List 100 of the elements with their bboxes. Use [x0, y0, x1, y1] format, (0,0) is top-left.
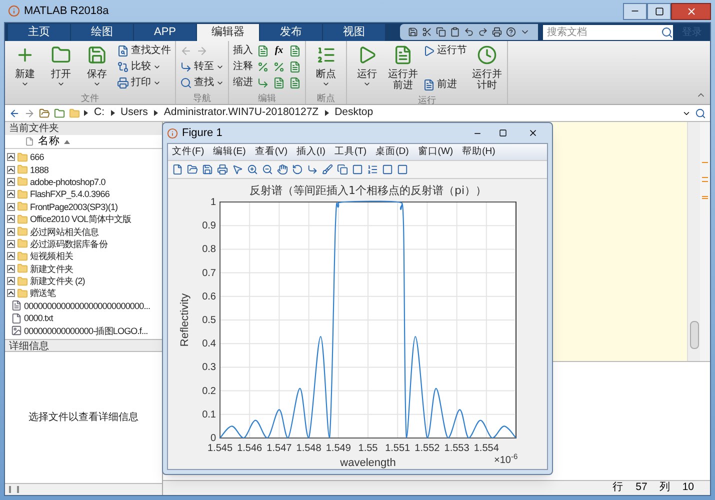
file-name[interactable]: adobe-photoshop7.0: [30, 176, 106, 188]
path-segment[interactable]: Administrator.WIN7U-20180127Z: [162, 105, 321, 121]
ribbon-icon[interactable]: [289, 77, 301, 89]
toolbar-icon[interactable]: [172, 164, 183, 175]
expand-toggle[interactable]: [7, 202, 15, 211]
maximize-button[interactable]: [647, 2, 671, 20]
menu-item[interactable]: 窗口(W): [418, 146, 454, 158]
file-name[interactable]: FlashFXP_5.4.0.3966: [30, 188, 110, 200]
ribbon-tab[interactable]: 绘图: [71, 24, 133, 41]
ribbon-tab[interactable]: 主页: [8, 24, 70, 41]
file-name[interactable]: Office2010 VOL简体中文版: [30, 213, 132, 226]
file-name[interactable]: 1888: [30, 164, 48, 176]
panel-menu-icon[interactable]: [9, 486, 19, 493]
toolbar-icon[interactable]: [450, 27, 460, 37]
toolbar-icon[interactable]: [382, 164, 393, 175]
expand-toggle[interactable]: [7, 153, 15, 162]
ribbon-button[interactable]: 运行并前进: [387, 45, 419, 91]
file-name[interactable]: 必过源码数据库备份: [30, 238, 108, 250]
toolbar-icon[interactable]: [408, 27, 418, 37]
ribbon-icon[interactable]: [289, 45, 301, 57]
expand-toggle[interactable]: [7, 228, 15, 236]
expand-toggle[interactable]: [7, 190, 15, 198]
toolbar-icon[interactable]: [262, 164, 273, 175]
column-header[interactable]: 名称: [5, 135, 162, 149]
toolbar-icon[interactable]: [492, 27, 502, 37]
path-segment[interactable]: Users: [118, 105, 150, 121]
ribbon-button[interactable]: 运行: [351, 45, 383, 88]
ribbon-icon[interactable]: [273, 61, 285, 73]
toolbar-icon[interactable]: [187, 164, 198, 175]
warning-marker[interactable]: [702, 196, 708, 199]
scrollbar[interactable]: [688, 122, 700, 361]
ribbon-button[interactable]: 查找: [180, 77, 224, 89]
ribbon-tab[interactable]: 视图: [323, 24, 385, 41]
toolbar-icon[interactable]: [397, 164, 408, 175]
expand-toggle[interactable]: [7, 215, 15, 224]
expand-toggle[interactable]: [7, 252, 15, 260]
toolbar-icon[interactable]: [247, 164, 258, 175]
expand-toggle[interactable]: [7, 289, 15, 298]
toolbar-icon[interactable]: [352, 164, 363, 175]
back-icon[interactable]: [9, 108, 20, 118]
expand-toggle[interactable]: [7, 166, 15, 174]
toolbar-icon[interactable]: [367, 164, 378, 175]
toolbar-icon[interactable]: [506, 27, 516, 37]
ribbon-tab[interactable]: 编辑器: [197, 24, 259, 41]
toolbar-icon[interactable]: [202, 164, 213, 175]
toolbar-icon[interactable]: [464, 27, 474, 37]
file-name[interactable]: 0000.txt: [24, 312, 53, 324]
file-name[interactable]: 666: [30, 151, 44, 164]
ribbon-button[interactable]: 插入: [233, 45, 253, 57]
toolbar-icon[interactable]: [478, 27, 488, 37]
menu-item[interactable]: 插入(I): [296, 146, 326, 158]
ribbon-button[interactable]: 运行并计时: [471, 45, 503, 91]
expand-toggle[interactable]: [7, 178, 15, 186]
function-button[interactable]: fx: [273, 45, 285, 57]
ribbon-button[interactable]: 打开: [45, 45, 77, 88]
file-name[interactable]: 赠送笔: [30, 287, 56, 300]
path-segment[interactable]: Desktop: [332, 105, 376, 121]
search-icon[interactable]: [661, 24, 673, 40]
ribbon-button[interactable]: 前进: [423, 79, 467, 91]
toolbar-icon[interactable]: [232, 164, 243, 175]
ribbon-icon[interactable]: [289, 61, 301, 73]
ribbon-button[interactable]: 新建: [9, 45, 41, 88]
search-icon[interactable]: [695, 108, 706, 118]
warning-marker[interactable]: [702, 177, 708, 182]
file-name[interactable]: 新建文件夹 (2): [30, 275, 85, 288]
browse-folder-icon[interactable]: [54, 108, 65, 118]
toolbar-icon[interactable]: [422, 27, 432, 37]
search-field[interactable]: 搜索文档: [543, 24, 661, 40]
toolbar-icon[interactable]: [322, 164, 333, 175]
toolbar-icon[interactable]: [436, 27, 446, 37]
menu-item[interactable]: 编辑(E): [213, 146, 246, 158]
menu-item[interactable]: 查看(V): [254, 146, 288, 158]
menu-item[interactable]: 桌面(D): [376, 146, 409, 158]
file-name[interactable]: 短视频相关: [30, 250, 74, 262]
file-name[interactable]: 00000000000000000000000000...: [24, 300, 150, 312]
toolbar-icon[interactable]: [292, 164, 303, 175]
ribbon-button[interactable]: 断点: [310, 45, 342, 88]
ribbon-button[interactable]: 缩进: [233, 77, 253, 89]
warning-marker[interactable]: [702, 162, 708, 163]
toolbar-icon[interactable]: [337, 164, 348, 175]
toolbar-icon[interactable]: [277, 164, 288, 175]
menu-item[interactable]: 文件(F): [172, 146, 204, 158]
toolbar-icon[interactable]: [217, 164, 228, 175]
ribbon-icon[interactable]: [257, 45, 269, 57]
ribbon-button[interactable]: 运行节: [423, 45, 467, 57]
expand-toggle[interactable]: [7, 264, 15, 273]
ribbon-icon[interactable]: [257, 77, 269, 89]
ribbon-tab[interactable]: APP: [134, 24, 196, 41]
path-segment[interactable]: C:: [92, 105, 106, 121]
forward-icon[interactable]: [24, 108, 35, 118]
file-name[interactable]: FrontPage2003(SP3)(1): [30, 200, 118, 213]
file-name[interactable]: 必过网站相关信息: [30, 226, 99, 238]
file-name[interactable]: 000000000000000-插图LOGO.f...: [24, 324, 148, 337]
folder-up-icon[interactable]: [39, 108, 50, 118]
toolbar-icon[interactable]: [307, 164, 318, 175]
ribbon-icon[interactable]: [257, 61, 269, 73]
ribbon-icon[interactable]: [273, 77, 285, 89]
ribbon-button[interactable]: 注释: [233, 61, 253, 73]
ribbon-button[interactable]: 查找文件: [117, 45, 171, 57]
file-name[interactable]: 新建文件夹: [30, 262, 74, 275]
